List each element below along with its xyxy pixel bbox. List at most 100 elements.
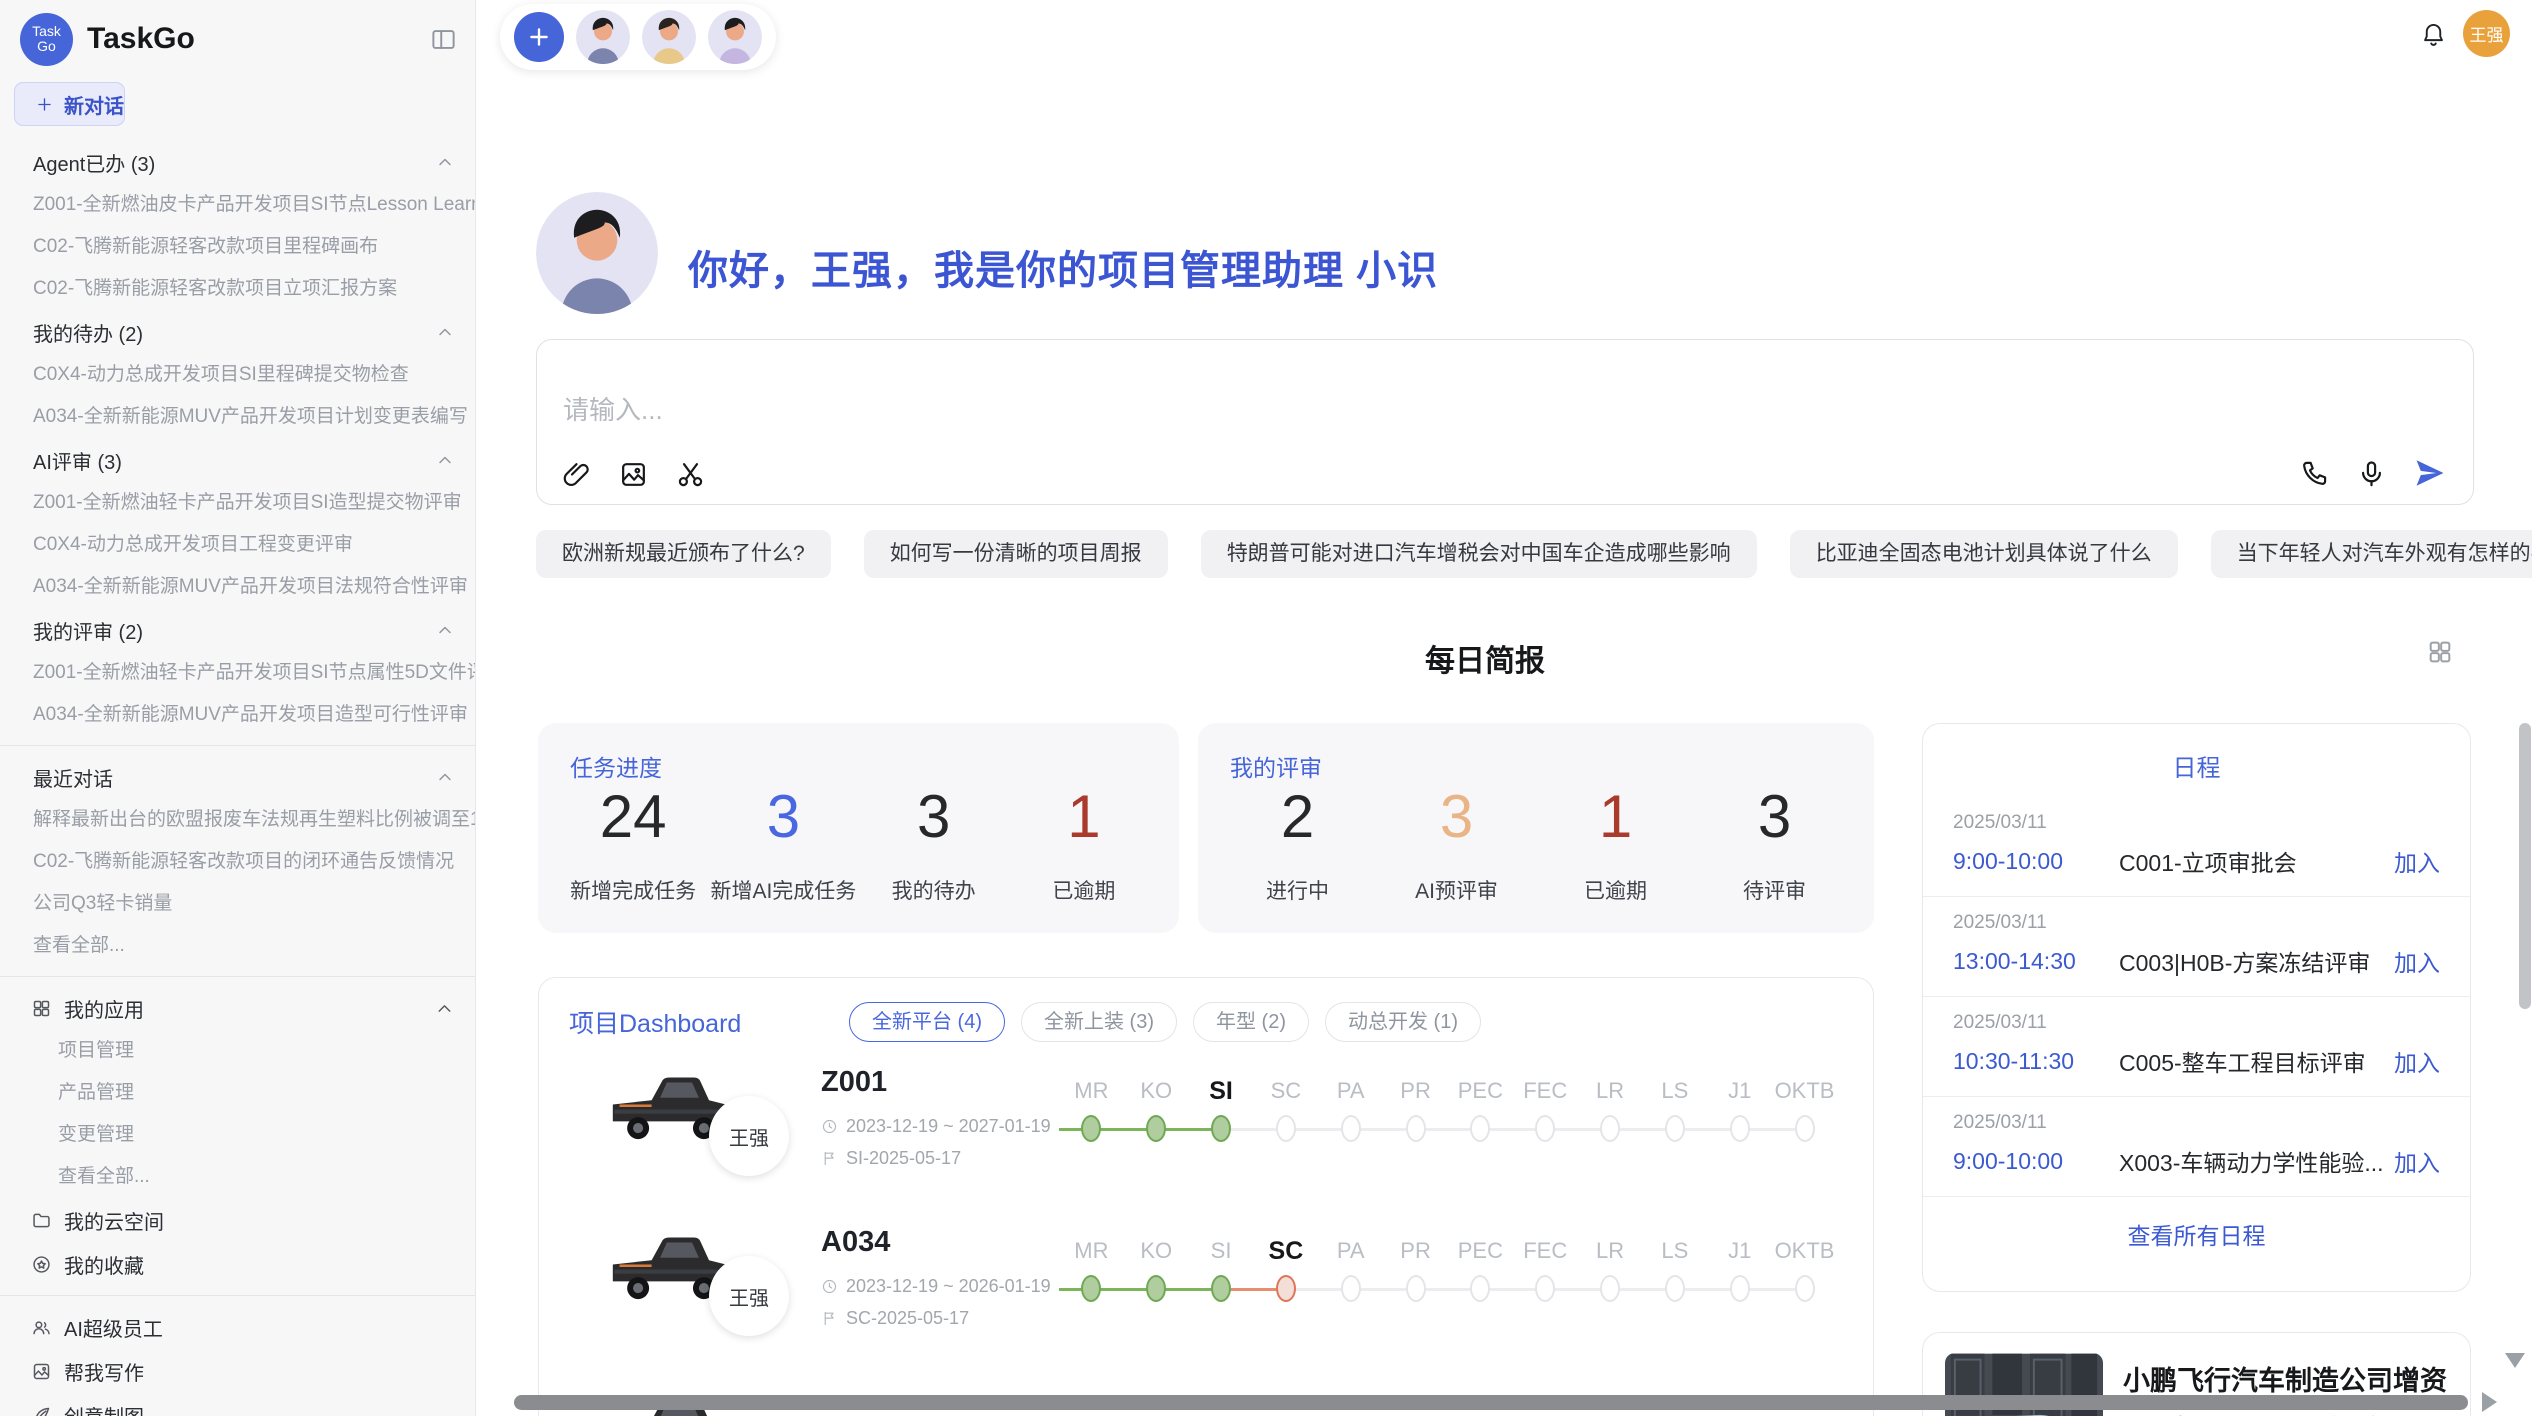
milestone-fec: FEC bbox=[1513, 1234, 1578, 1314]
plus-icon bbox=[526, 24, 552, 50]
event-date: 2025/03/11 bbox=[1953, 1112, 2440, 1134]
chat-input[interactable] bbox=[561, 388, 2065, 446]
sidebar-task-item[interactable]: Z001-全新燃油皮卡产品开发项目SI节点Lesson Learn报告 bbox=[0, 184, 475, 226]
sidebar-app-item[interactable]: 查看全部... bbox=[0, 1156, 475, 1198]
task-progress-stats: 24新增完成任务3新增AI完成任务3我的待办1已逾期 bbox=[538, 787, 1179, 905]
sidebar-section-header-3[interactable]: 我的评审 (2) bbox=[0, 608, 475, 652]
sidebar-recent-item[interactable]: C02-飞腾新能源轻客改款项目的闭环通告反馈情况 bbox=[0, 841, 475, 883]
section-title: 最近对话 bbox=[33, 763, 435, 792]
sidebar-section-header-0[interactable]: Agent已办 (3) bbox=[0, 140, 475, 184]
event-row: 13:00-14:30C003|H0B-方案冻结评审加入 bbox=[1953, 944, 2440, 978]
microphone-icon[interactable] bbox=[2356, 458, 2387, 489]
join-event-link[interactable]: 加入 bbox=[2394, 844, 2440, 878]
session-avatar-2[interactable] bbox=[642, 10, 696, 64]
sidebar-task-item[interactable]: C02-飞腾新能源轻客改款项目立项汇报方案 bbox=[0, 268, 475, 310]
scroll-right-arrow[interactable] bbox=[2482, 1392, 2497, 1412]
milestone-pr: PR bbox=[1383, 1234, 1448, 1314]
user-avatar[interactable]: 王强 bbox=[2463, 10, 2510, 57]
sidebar-recent-item[interactable]: 公司Q3轻卡销量 bbox=[0, 883, 475, 925]
dashboard-tab-2[interactable]: 年型 (2) bbox=[1193, 1002, 1309, 1042]
sidebar-task-item[interactable]: C0X4-动力总成开发项目SI里程碑提交物检查 bbox=[0, 354, 475, 396]
chevron-up-icon bbox=[435, 450, 455, 470]
sidebar-item-folder[interactable]: 我的云空间 bbox=[0, 1198, 475, 1242]
stat-column: 1已逾期 bbox=[1584, 787, 1647, 905]
sidebar-task-item[interactable]: C02-飞腾新能源轻客改款项目里程碑画布 bbox=[0, 226, 475, 268]
attachment-icon[interactable] bbox=[561, 459, 592, 490]
sidebar-section-header-recent[interactable]: 最近对话 bbox=[0, 755, 475, 799]
join-event-link[interactable]: 加入 bbox=[2394, 1044, 2440, 1078]
phone-call-icon[interactable] bbox=[2299, 458, 2330, 489]
sidebar-recent-item[interactable]: 解释最新出台的欧盟报废车法规再生塑料比例被调至15%... bbox=[0, 799, 475, 841]
milestone-label: PEC bbox=[1458, 1074, 1503, 1108]
milestone-label: PR bbox=[1400, 1074, 1431, 1108]
suggestion-chip-0[interactable]: 欧洲新规最近颁布了什么? bbox=[536, 530, 831, 578]
suggestion-chip-4[interactable]: 当下年轻人对汽车外观有怎样的喜好趋势 bbox=[2211, 530, 2532, 578]
suggestion-chip-2[interactable]: 特朗普可能对进口汽车增税会对中国车企造成哪些影响 bbox=[1201, 530, 1757, 578]
sidebar-app-item[interactable]: 变更管理 bbox=[0, 1114, 475, 1156]
sidebar-task-item[interactable]: A034-全新新能源MUV产品开发项目造型可行性评审 bbox=[0, 694, 475, 736]
milestone-lr: LR bbox=[1578, 1234, 1643, 1314]
milestone-oktb: OKTB bbox=[1772, 1234, 1837, 1314]
event-time: 13:00-14:30 bbox=[1953, 948, 2103, 975]
sidebar-task-item[interactable]: C0X4-动力总成开发项目工程变更评审 bbox=[0, 524, 475, 566]
stat-label: 待评审 bbox=[1743, 875, 1806, 905]
stat-column: 2进行中 bbox=[1266, 787, 1329, 905]
sidebar-task-item[interactable]: Z001-全新燃油轻卡产品开发项目SI造型提交物评审 bbox=[0, 482, 475, 524]
milestone-label: FEC bbox=[1523, 1234, 1567, 1268]
milestone-dot bbox=[1730, 1115, 1750, 1142]
screenshot-scissors-icon[interactable] bbox=[675, 459, 706, 490]
new-chat-button[interactable]: 新对话 bbox=[14, 82, 125, 126]
project-owner-badge: 王强 bbox=[709, 1096, 789, 1176]
section-title: 我的待办 (2) bbox=[33, 318, 435, 347]
sidebar-item-my-apps[interactable]: 我的应用 bbox=[0, 986, 475, 1030]
stat-value: 3 bbox=[892, 787, 976, 847]
sidebar-task-item[interactable]: Z001-全新燃油轻卡产品开发项目SI节点属性5D文件评审 bbox=[0, 652, 475, 694]
clock-icon bbox=[821, 1118, 838, 1135]
scroll-down-arrow[interactable] bbox=[2505, 1353, 2525, 1368]
suggestion-chip-3[interactable]: 比亚迪全固态电池计划具体说了什么 bbox=[1790, 530, 2178, 578]
milestone-dot bbox=[1081, 1115, 1101, 1142]
sidebar-item-label: 创意制图 bbox=[64, 1401, 144, 1416]
send-icon[interactable] bbox=[2413, 456, 2447, 490]
session-avatar-3[interactable] bbox=[708, 10, 762, 64]
stat-label: 已逾期 bbox=[1584, 875, 1647, 905]
project-name[interactable]: A034 bbox=[821, 1226, 890, 1259]
project-name[interactable]: Z001 bbox=[821, 1066, 887, 1099]
dashboard-tab-0[interactable]: 全新平台 (4) bbox=[849, 1002, 1005, 1042]
vertical-scrollbar[interactable] bbox=[2519, 723, 2531, 1009]
sidebar-tool-people[interactable]: AI超级员工 bbox=[0, 1305, 475, 1349]
sidebar-recent-item[interactable]: 查看全部... bbox=[0, 925, 475, 967]
sidebar-app-item[interactable]: 项目管理 bbox=[0, 1030, 475, 1072]
session-avatar-1[interactable] bbox=[576, 10, 630, 64]
task-progress-card: 任务进度 24新增完成任务3新增AI完成任务3我的待办1已逾期 bbox=[538, 723, 1179, 933]
sidebar-task-item[interactable]: A034-全新新能源MUV产品开发项目计划变更表编写 bbox=[0, 396, 475, 438]
dashboard-tab-1[interactable]: 全新上装 (3) bbox=[1021, 1002, 1177, 1042]
sidebar-task-item[interactable]: A034-全新新能源MUV产品开发项目法规符合性评审 bbox=[0, 566, 475, 608]
brief-layout-grid-icon[interactable] bbox=[2426, 638, 2454, 666]
join-event-link[interactable]: 加入 bbox=[2394, 944, 2440, 978]
milestone-dot bbox=[1795, 1115, 1815, 1142]
suggestion-chip-1[interactable]: 如何写一份清晰的项目周报 bbox=[864, 530, 1168, 578]
session-switcher bbox=[500, 4, 776, 70]
sidebar-section-header-2[interactable]: AI评审 (3) bbox=[0, 438, 475, 482]
sidebar-app-item[interactable]: 产品管理 bbox=[0, 1072, 475, 1114]
milestone-pa: PA bbox=[1318, 1074, 1383, 1154]
sidebar-item-star[interactable]: 我的收藏 bbox=[0, 1242, 475, 1286]
notification-bell-icon[interactable] bbox=[2420, 21, 2447, 48]
stat-value: 3 bbox=[1415, 787, 1498, 847]
horizontal-scrollbar[interactable] bbox=[514, 1395, 2468, 1410]
people-icon bbox=[31, 1317, 52, 1338]
dashboard-tab-3[interactable]: 动总开发 (1) bbox=[1325, 1002, 1481, 1042]
image-upload-icon[interactable] bbox=[618, 459, 649, 490]
view-all-schedule-link[interactable]: 查看所有日程 bbox=[1923, 1197, 2470, 1251]
join-event-link[interactable]: 加入 bbox=[2394, 1144, 2440, 1178]
milestone-label: LS bbox=[1661, 1234, 1688, 1268]
sidebar-tool-write[interactable]: 帮我写作 bbox=[0, 1349, 475, 1393]
sidebar-section-header-1[interactable]: 我的待办 (2) bbox=[0, 310, 475, 354]
project-dates: 2023-12-19 ~ 2026-01-19 bbox=[821, 1276, 1051, 1297]
new-session-button[interactable] bbox=[514, 12, 564, 62]
collapse-sidebar-icon[interactable] bbox=[430, 26, 457, 53]
sidebar-tool-quill[interactable]: 创意制图 bbox=[0, 1393, 475, 1416]
milestone-dot bbox=[1341, 1275, 1361, 1302]
dashboard-tabs: 全新平台 (4) 全新上装 (3) 年型 (2) 动总开发 (1) bbox=[849, 1002, 1481, 1042]
